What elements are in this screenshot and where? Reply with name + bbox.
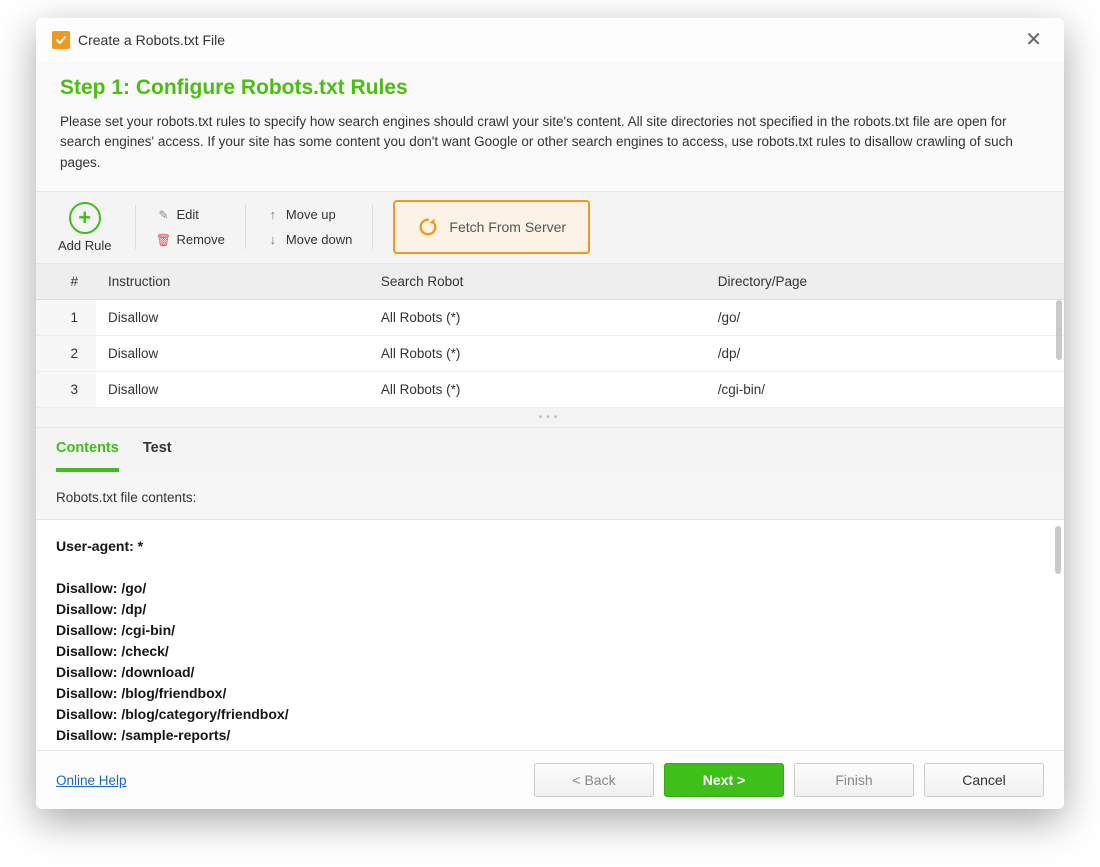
app-icon [52,31,70,49]
row-instruction: Disallow [96,371,369,407]
plus-icon: + [69,202,101,234]
row-robot: All Robots (*) [369,335,706,371]
row-robot: All Robots (*) [369,299,706,335]
row-path: /cgi-bin/ [706,371,1064,407]
step-description: Please set your robots.txt rules to spec… [60,112,1040,173]
back-button[interactable]: < Back [534,763,654,797]
move-down-label: Move down [286,232,352,247]
step-heading: Step 1: Configure Robots.txt Rules [60,76,1040,100]
row-path: /go/ [706,299,1064,335]
toolbar: + Add Rule ✎ Edit 🗑 Remove ↑ Move up ↓ M… [36,191,1064,264]
trash-icon: 🗑 [156,233,170,247]
col-path[interactable]: Directory/Page [706,264,1064,300]
remove-label: Remove [176,232,224,247]
dialog: Create a Robots.txt File ✕ Step 1: Confi… [36,18,1064,809]
tabs: Contents Test [36,428,1064,472]
col-robot[interactable]: Search Robot [369,264,706,300]
row-num: 3 [36,371,96,407]
add-rule-button[interactable]: + Add Rule [54,200,115,255]
footer: Online Help < Back Next > Finish Cancel [36,750,1064,809]
tab-test[interactable]: Test [143,440,172,472]
finish-button[interactable]: Finish [794,763,914,797]
next-button[interactable]: Next > [664,763,784,797]
preview-wrap: User-agent: * Disallow: /go/Disallow: /d… [36,520,1064,750]
titlebar: Create a Robots.txt File ✕ [36,18,1064,62]
row-num: 2 [36,335,96,371]
table-row[interactable]: 3 Disallow All Robots (*) /cgi-bin/ [36,371,1064,407]
contents-label: Robots.txt file contents: [36,472,1064,520]
scrollbar[interactable] [1056,300,1062,360]
row-instruction: Disallow [96,335,369,371]
add-rule-label: Add Rule [58,238,111,253]
window-title: Create a Robots.txt File [78,32,225,48]
close-icon[interactable]: ✕ [1019,28,1048,52]
toolbar-separator [372,205,373,249]
row-path: /dp/ [706,335,1064,371]
col-instruction[interactable]: Instruction [96,264,369,300]
online-help-link[interactable]: Online Help [56,773,127,788]
reload-icon [417,216,439,238]
robots-preview[interactable]: User-agent: * Disallow: /go/Disallow: /d… [36,520,1064,750]
table-row[interactable]: 2 Disallow All Robots (*) /dp/ [36,335,1064,371]
pencil-icon: ✎ [156,208,170,222]
table-row[interactable]: 1 Disallow All Robots (*) /go/ [36,299,1064,335]
toolbar-separator [135,205,136,249]
edit-button[interactable]: ✎ Edit [156,207,224,222]
rules-table: # Instruction Search Robot Directory/Pag… [36,264,1064,408]
move-up-label: Move up [286,207,336,222]
fetch-from-server-button[interactable]: Fetch From Server [393,200,590,254]
arrow-up-icon: ↑ [266,207,280,222]
step-area: Step 1: Configure Robots.txt Rules Pleas… [36,62,1064,191]
col-num[interactable]: # [36,264,96,300]
row-num: 1 [36,299,96,335]
rules-table-wrap: # Instruction Search Robot Directory/Pag… [36,264,1064,408]
arrow-down-icon: ↓ [266,232,280,247]
tab-contents[interactable]: Contents [56,440,119,472]
row-instruction: Disallow [96,299,369,335]
row-robot: All Robots (*) [369,371,706,407]
move-down-button[interactable]: ↓ Move down [266,232,352,247]
remove-button[interactable]: 🗑 Remove [156,232,224,247]
scrollbar[interactable] [1055,526,1061,574]
fetch-label: Fetch From Server [449,219,566,235]
edit-label: Edit [176,207,198,222]
cancel-button[interactable]: Cancel [924,763,1044,797]
splitter-handle[interactable]: ••• [36,408,1064,428]
move-up-button[interactable]: ↑ Move up [266,207,352,222]
toolbar-separator [245,205,246,249]
